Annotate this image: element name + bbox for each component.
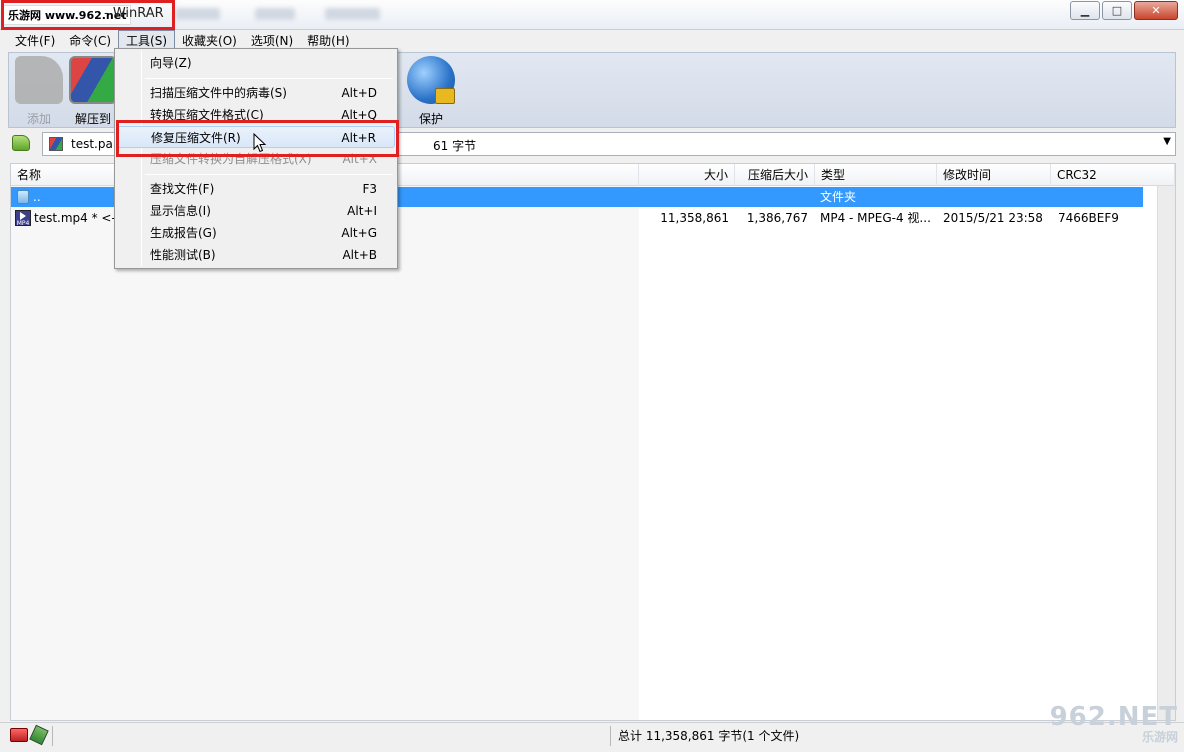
repair-tool-icon	[29, 724, 49, 746]
cell-name: test.mp4 * <--	[34, 211, 121, 225]
menu-help[interactable]: 帮助(H)	[300, 31, 356, 50]
cell-modified: 2015/5/21 23:58	[943, 211, 1043, 225]
col-type[interactable]: 类型	[815, 164, 937, 186]
path-size-text: 61 字节	[433, 139, 477, 153]
globe-lock-icon	[407, 56, 455, 104]
menu-item-wizard[interactable]: 向导(Z)	[117, 52, 395, 74]
close-button[interactable]: ✕	[1134, 1, 1178, 20]
maximize-button[interactable]: □	[1102, 1, 1132, 20]
menu-item-show-info[interactable]: 显示信息(I) Alt+I	[117, 200, 395, 222]
add-icon	[15, 56, 63, 104]
up-folder-icon[interactable]	[12, 135, 30, 151]
window-controls: ▁ □ ✕	[1068, 1, 1178, 21]
tools-dropdown-menu: 向导(Z) 扫描压缩文件中的病毒(S) Alt+D 转换压缩文件格式(C) Al…	[114, 48, 398, 269]
minimize-button[interactable]: ▁	[1070, 1, 1100, 20]
protect-label: 保护	[418, 112, 443, 126]
archive-lock-icon	[10, 728, 28, 742]
menu-bar: 文件(F) 命令(C) 工具(S) 收藏夹(O) 选项(N) 帮助(H)	[0, 29, 1184, 51]
cell-packed: 1,386,767	[746, 211, 808, 225]
menu-file[interactable]: 文件(F)	[8, 31, 62, 50]
menu-item-virus-scan[interactable]: 扫描压缩文件中的病毒(S) Alt+D	[117, 82, 395, 104]
site-watermark-logo: 962.NET 乐游网	[1049, 702, 1178, 744]
menu-options[interactable]: 选项(N)	[244, 31, 300, 50]
lock-icon	[435, 88, 455, 104]
mp4-file-icon: MP4	[15, 210, 31, 227]
menu-favorites[interactable]: 收藏夹(O)	[175, 31, 244, 50]
col-size[interactable]: 大小	[639, 164, 735, 186]
chevron-down-icon[interactable]: ▼	[1163, 136, 1171, 147]
menu-command[interactable]: 命令(C)	[62, 31, 118, 50]
archive-icon	[49, 137, 63, 151]
protect-button[interactable]: 保护	[401, 53, 461, 127]
add-label: 添加	[26, 112, 51, 126]
status-summary: 总计 11,358,861 字节(1 个文件)	[618, 729, 800, 743]
col-modified[interactable]: 修改时间	[937, 164, 1051, 186]
title-bar: 乐游网 www.962.net - WinRAR ▁ □ ✕	[0, 0, 1184, 30]
cell-type: 文件夹	[820, 190, 857, 204]
menu-item-find-files[interactable]: 查找文件(F) F3	[117, 178, 395, 200]
add-button[interactable]: 添加	[9, 53, 69, 127]
col-packed[interactable]: 压缩后大小	[735, 164, 815, 186]
menu-item-generate-report[interactable]: 生成报告(G) Alt+G	[117, 222, 395, 244]
path-text: test.par	[71, 137, 118, 151]
status-bar: 总计 11,358,861 字节(1 个文件)	[0, 722, 1184, 752]
vertical-scrollbar[interactable]	[1157, 186, 1175, 720]
col-crc[interactable]: CRC32	[1051, 164, 1175, 186]
extract-icon	[69, 56, 117, 104]
cell-crc: 7466BEF9	[1058, 211, 1119, 225]
mouse-cursor-icon	[253, 133, 267, 153]
menu-item-benchmark[interactable]: 性能测试(B) Alt+B	[117, 244, 395, 266]
window-title: - WinRAR	[104, 6, 164, 21]
cell-size: 11,358,861	[660, 211, 729, 225]
menu-item-convert-format[interactable]: 转换压缩文件格式(C) Alt+Q	[117, 104, 395, 126]
folder-icon	[17, 190, 29, 204]
cell-type: MP4 - MPEG-4 视...	[820, 211, 931, 225]
